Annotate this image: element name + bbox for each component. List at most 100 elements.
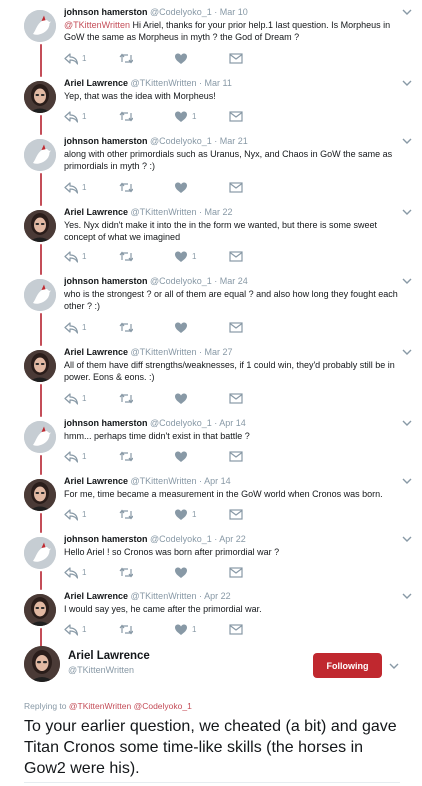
tweet[interactable]: johnson hamerston @Codelyoko_1 · Mar 10 @… (0, 6, 422, 77)
tweet[interactable]: johnson hamerston @Codelyoko_1 · Apr 14 h… (0, 417, 422, 475)
tweet-date[interactable]: Apr 22 (219, 534, 246, 544)
tweet-date[interactable]: Mar 11 (205, 78, 232, 88)
mention-link[interactable]: @TKittenWritten (64, 20, 130, 30)
retweet-button[interactable] (119, 52, 174, 65)
message-button[interactable] (229, 321, 284, 334)
reply-button[interactable]: 1 (64, 450, 119, 463)
author-name[interactable]: johnson hamerston (64, 7, 148, 17)
like-button[interactable] (174, 52, 229, 65)
tweet-date[interactable]: Apr 22 (204, 591, 231, 601)
like-button[interactable] (174, 321, 229, 334)
retweet-button[interactable] (119, 250, 174, 263)
like-button[interactable]: 1 (174, 508, 229, 521)
chevron-down-icon[interactable] (402, 8, 412, 16)
reply-button[interactable]: 1 (64, 508, 119, 521)
avatar[interactable] (24, 279, 56, 311)
retweet-button[interactable] (119, 392, 174, 405)
avatar[interactable] (24, 81, 56, 113)
reply-button[interactable]: 1 (64, 110, 119, 123)
message-button[interactable] (229, 566, 284, 579)
author-handle[interactable]: @Codelyoko_1 (150, 418, 212, 428)
reply-button[interactable]: 1 (64, 566, 119, 579)
reply-button[interactable]: 1 (64, 321, 119, 334)
message-button[interactable] (229, 623, 284, 636)
author-name[interactable]: Ariel Lawrence (64, 347, 128, 357)
avatar[interactable] (24, 594, 56, 626)
chevron-down-icon[interactable] (402, 277, 412, 285)
following-button[interactable]: Following (313, 653, 382, 678)
reply-button[interactable]: 1 (64, 392, 119, 405)
like-button[interactable] (174, 566, 229, 579)
author-name[interactable]: Ariel Lawrence (64, 207, 128, 217)
avatar[interactable] (24, 210, 56, 242)
avatar[interactable] (24, 537, 56, 569)
chevron-down-icon[interactable] (402, 348, 412, 356)
tweet-date[interactable]: Mar 21 (220, 136, 248, 146)
author-name[interactable]: johnson hamerston (64, 276, 148, 286)
retweet-button[interactable] (119, 450, 174, 463)
message-button[interactable] (229, 392, 284, 405)
avatar[interactable] (24, 479, 56, 511)
chevron-down-icon[interactable] (402, 592, 412, 600)
tweet[interactable]: Ariel Lawrence @TKittenWritten · Mar 11 Y… (0, 77, 422, 135)
tweet[interactable]: Ariel Lawrence @TKittenWritten · Apr 22 I… (0, 590, 422, 648)
tweet-date[interactable]: Mar 27 (205, 347, 233, 357)
tweet[interactable]: Ariel Lawrence @TKittenWritten · Mar 27 A… (0, 346, 422, 417)
like-button[interactable]: 1 (174, 623, 229, 636)
like-button[interactable] (174, 181, 229, 194)
author-handle[interactable]: @Codelyoko_1 (150, 7, 212, 17)
like-button[interactable]: 1 (174, 110, 229, 123)
retweet-button[interactable] (119, 623, 174, 636)
author-name[interactable]: Ariel Lawrence (64, 78, 128, 88)
author-handle[interactable]: @Codelyoko_1 (150, 534, 212, 544)
chevron-down-icon[interactable] (402, 419, 412, 427)
author-handle[interactable]: @TKittenWritten (68, 665, 134, 675)
message-button[interactable] (229, 110, 284, 123)
chevron-down-icon[interactable] (402, 137, 412, 145)
tweet-date[interactable]: Mar 24 (220, 276, 248, 286)
author-handle[interactable]: @TKittenWritten (131, 347, 197, 357)
tweet[interactable]: johnson hamerston @Codelyoko_1 · Mar 24 w… (0, 275, 422, 346)
chevron-down-icon[interactable] (402, 79, 412, 87)
chevron-down-icon[interactable] (402, 535, 412, 543)
reply-button[interactable]: 1 (64, 181, 119, 194)
author-name[interactable]: Ariel Lawrence (68, 650, 150, 662)
message-button[interactable] (229, 250, 284, 263)
retweet-button[interactable] (119, 321, 174, 334)
author-name[interactable]: johnson hamerston (64, 418, 148, 428)
author-handle[interactable]: @TKittenWritten (131, 591, 197, 601)
replying-mentions[interactable]: @TKittenWritten @Codelyoko_1 (69, 701, 192, 711)
avatar[interactable] (24, 139, 56, 171)
retweet-button[interactable] (119, 508, 174, 521)
tweet-date[interactable]: Apr 14 (219, 418, 246, 428)
avatar[interactable] (24, 350, 56, 382)
author-name[interactable]: johnson hamerston (64, 136, 148, 146)
reply-button[interactable]: 1 (64, 623, 119, 636)
author-handle[interactable]: @TKittenWritten (131, 476, 197, 486)
tweet[interactable]: johnson hamerston @Codelyoko_1 · Apr 22 H… (0, 533, 422, 590)
chevron-down-icon[interactable] (402, 477, 412, 485)
like-button[interactable]: 1 (174, 250, 229, 263)
avatar[interactable] (24, 10, 56, 42)
retweet-button[interactable] (119, 110, 174, 123)
reply-button[interactable]: 1 (64, 52, 119, 65)
tweet-date[interactable]: Apr 14 (204, 476, 231, 486)
like-button[interactable] (174, 450, 229, 463)
message-button[interactable] (229, 508, 284, 521)
chevron-down-icon[interactable] (402, 208, 412, 216)
tweet-date[interactable]: Mar 10 (220, 7, 248, 17)
retweet-button[interactable] (119, 566, 174, 579)
like-button[interactable] (174, 392, 229, 405)
author-handle[interactable]: @TKittenWritten (131, 78, 197, 88)
tweet[interactable]: johnson hamerston @Codelyoko_1 · Mar 21 a… (0, 135, 422, 206)
message-button[interactable] (229, 52, 284, 65)
author-name[interactable]: johnson hamerston (64, 534, 148, 544)
author-handle[interactable]: @TKittenWritten (131, 207, 197, 217)
avatar[interactable] (24, 421, 56, 453)
tweet-date[interactable]: Mar 22 (205, 207, 233, 217)
author-handle[interactable]: @Codelyoko_1 (150, 276, 212, 286)
tweet[interactable]: Ariel Lawrence @TKittenWritten · Apr 14 F… (0, 475, 422, 533)
tweet[interactable]: Ariel Lawrence @TKittenWritten · Mar 22 Y… (0, 206, 422, 275)
chevron-down-icon[interactable] (389, 662, 399, 670)
retweet-button[interactable] (119, 181, 174, 194)
